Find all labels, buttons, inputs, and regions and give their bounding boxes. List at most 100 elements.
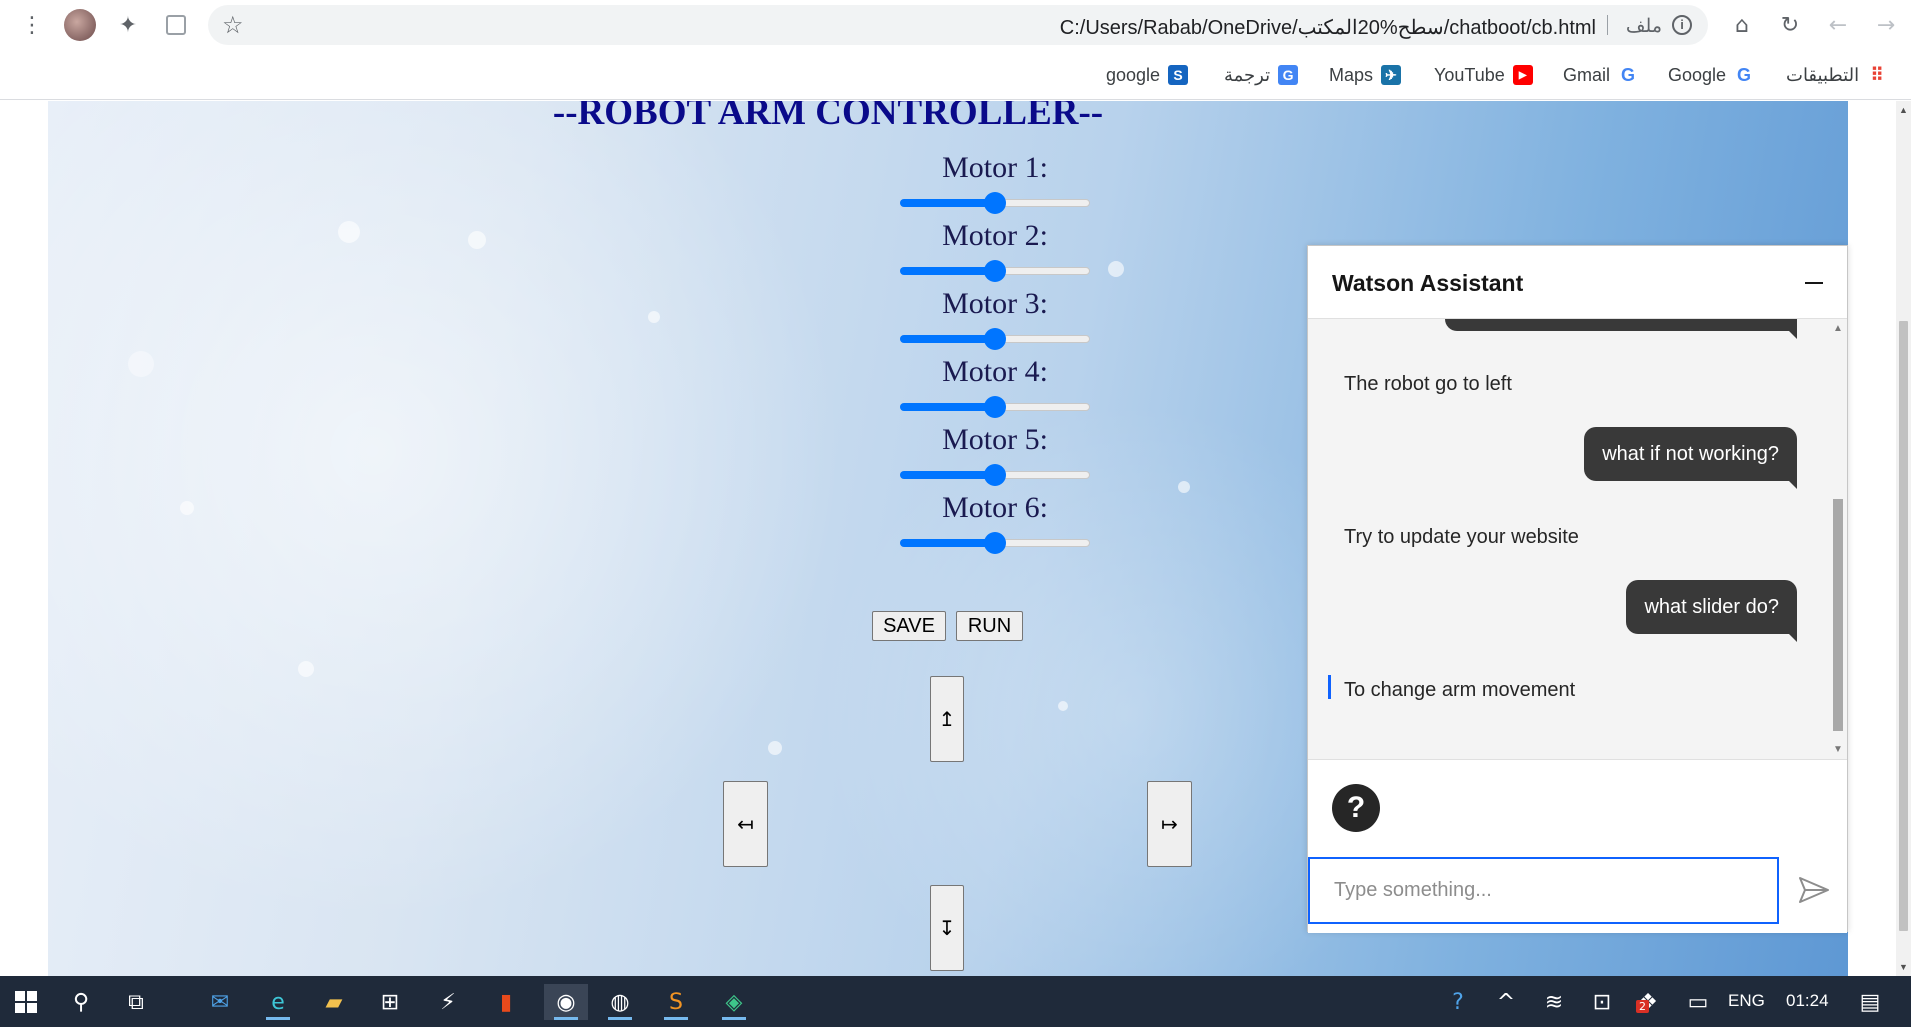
slider-thumb[interactable] bbox=[984, 260, 1006, 282]
bookmark-apps[interactable]: التطبيقات ⠿ bbox=[1786, 62, 1887, 88]
bookmark-google[interactable]: Google G bbox=[1668, 62, 1754, 88]
slider-thumb[interactable] bbox=[984, 328, 1006, 350]
translate-icon: G bbox=[1278, 65, 1299, 85]
sublime-icon[interactable]: S bbox=[658, 984, 694, 1020]
back-arrow-icon[interactable]: ← bbox=[1822, 9, 1854, 41]
motor-slider[interactable] bbox=[900, 531, 1090, 554]
watson-assistant-panel: Watson Assistant The robot go to left wh… bbox=[1307, 245, 1848, 933]
motor-slider[interactable] bbox=[900, 463, 1090, 486]
bookmark-label: google bbox=[1106, 64, 1161, 85]
url-text[interactable]: C:/Users/Rabab/OneDrive/سطح%20المكتب/cha… bbox=[1060, 15, 1596, 40]
arrow-left-button[interactable]: ↤ bbox=[723, 781, 768, 867]
start-windows-icon[interactable] bbox=[8, 984, 44, 1020]
clock[interactable]: 01:24 bbox=[1786, 991, 1829, 1011]
run-button[interactable]: RUN bbox=[956, 611, 1023, 641]
bookmark-star-icon[interactable]: ☆ bbox=[222, 11, 244, 39]
page-scrollbar[interactable]: ▲ ▼ bbox=[1896, 101, 1911, 976]
motor-slider[interactable] bbox=[900, 327, 1090, 350]
edge-icon[interactable]: e bbox=[260, 984, 296, 1020]
bot-message: Try to update your website bbox=[1344, 526, 1579, 548]
url-separator bbox=[1607, 15, 1608, 35]
bookmark-translate[interactable]: ترجمة G bbox=[1224, 62, 1299, 88]
help-icon[interactable]: ? bbox=[1332, 784, 1380, 832]
profile-avatar[interactable] bbox=[64, 9, 96, 41]
home-icon[interactable]: ⌂ bbox=[1726, 9, 1758, 41]
file-explorer-icon[interactable]: ▰ bbox=[316, 984, 352, 1020]
arrow-right-button[interactable]: ↦ bbox=[1147, 781, 1192, 867]
extensions-puzzle-icon[interactable]: ✦ bbox=[112, 9, 144, 41]
slider-fill bbox=[900, 267, 995, 275]
slider-thumb[interactable] bbox=[984, 396, 1006, 418]
minimize-icon[interactable] bbox=[1805, 282, 1823, 284]
tray-chevron-icon[interactable]: ^ bbox=[1488, 984, 1524, 1020]
motor-control: Motor 6: bbox=[900, 491, 1090, 554]
notifications-icon[interactable]: ▤ bbox=[1852, 984, 1888, 1020]
forward-arrow-icon[interactable]: → bbox=[1870, 9, 1902, 41]
message-input[interactable] bbox=[1308, 857, 1779, 924]
bookmark-youtube[interactable]: YouTube ▶ bbox=[1434, 62, 1533, 88]
address-bar[interactable]: ☆ C:/Users/Rabab/OneDrive/سطح%20المكتب/c… bbox=[208, 5, 1708, 45]
chrome-icon[interactable]: ◉ bbox=[544, 984, 588, 1020]
bookmark-google-s[interactable]: google S bbox=[1106, 62, 1189, 88]
scroll-up-icon[interactable]: ▲ bbox=[1899, 105, 1908, 115]
assistant-input-area: ? bbox=[1308, 759, 1847, 933]
language-indicator[interactable]: ENG bbox=[1728, 991, 1765, 1011]
bookmark-maps[interactable]: Maps ✈ bbox=[1329, 62, 1402, 88]
dropbox-icon[interactable]: ❖ 2 bbox=[1630, 984, 1666, 1020]
slider-fill bbox=[900, 403, 995, 411]
app-circle-icon[interactable]: ◍ bbox=[602, 984, 638, 1020]
search-icon[interactable]: ⚲ bbox=[63, 984, 99, 1020]
google-icon: G bbox=[1621, 64, 1636, 85]
arrow-up-button[interactable]: ↥ bbox=[930, 676, 964, 762]
info-icon[interactable]: i bbox=[1672, 15, 1692, 35]
app-green-icon[interactable]: ◈ bbox=[716, 984, 752, 1020]
battery-icon[interactable]: ▭ bbox=[1680, 984, 1716, 1020]
save-button[interactable]: SAVE bbox=[872, 611, 946, 641]
assistant-scrollbar[interactable]: ▲ ▼ bbox=[1829, 319, 1847, 759]
bookmark-label: YouTube bbox=[1434, 64, 1505, 85]
motor-control: Motor 4: bbox=[900, 355, 1090, 418]
motor-slider[interactable] bbox=[900, 259, 1090, 282]
mail-icon[interactable]: ✉ bbox=[202, 984, 238, 1020]
slider-fill bbox=[900, 199, 995, 207]
slider-fill bbox=[900, 335, 995, 343]
wifi-icon[interactable]: ≋ bbox=[1536, 984, 1572, 1020]
scroll-down-icon[interactable]: ▼ bbox=[1833, 744, 1843, 755]
bookmark-label: Maps bbox=[1329, 64, 1374, 85]
assistant-scrollbar-thumb[interactable] bbox=[1833, 499, 1843, 731]
assistant-title: Watson Assistant bbox=[1332, 270, 1524, 296]
bookmark-gmail[interactable]: Gmail G bbox=[1563, 62, 1638, 88]
motor-control: Motor 3: bbox=[900, 287, 1090, 350]
slider-thumb[interactable] bbox=[984, 464, 1006, 486]
task-view-icon[interactable]: ⧉ bbox=[118, 984, 154, 1020]
motor-control: Motor 2: bbox=[900, 219, 1090, 282]
page-scrollbar-thumb[interactable] bbox=[1899, 321, 1908, 931]
user-message: what slider do? bbox=[1626, 580, 1797, 642]
arrow-down-button[interactable]: ↧ bbox=[930, 885, 964, 971]
youtube-icon: ▶ bbox=[1512, 65, 1533, 85]
motor-label: Motor 4: bbox=[942, 355, 1048, 388]
office-icon[interactable]: ▮ bbox=[488, 984, 524, 1020]
menu-dots-icon[interactable]: ⋮ bbox=[16, 9, 48, 41]
motor-label: Motor 1: bbox=[942, 151, 1048, 184]
slider-thumb[interactable] bbox=[984, 532, 1006, 554]
motor-label: Motor 5: bbox=[942, 423, 1048, 456]
google-icon: G bbox=[1737, 64, 1752, 85]
bot-message: The robot go to left bbox=[1344, 373, 1512, 395]
scroll-down-icon[interactable]: ▼ bbox=[1899, 962, 1908, 972]
help-tray-icon[interactable]: ? bbox=[1440, 984, 1476, 1020]
slider-thumb[interactable] bbox=[984, 192, 1006, 214]
extension-box-icon[interactable] bbox=[160, 9, 192, 41]
motor-slider[interactable] bbox=[900, 395, 1090, 418]
dart-app-icon[interactable]: ⚡ bbox=[430, 984, 466, 1020]
slider-fill bbox=[900, 539, 995, 547]
motor-control: Motor 5: bbox=[900, 423, 1090, 486]
meet-now-icon[interactable]: ⊡ bbox=[1584, 984, 1620, 1020]
reload-icon[interactable]: ↻ bbox=[1774, 9, 1806, 41]
scroll-up-icon[interactable]: ▲ bbox=[1833, 323, 1843, 334]
store-icon[interactable]: ⊞ bbox=[372, 984, 408, 1020]
send-icon[interactable] bbox=[1794, 872, 1834, 908]
slider-fill bbox=[900, 471, 995, 479]
apps-grid-icon: ⠿ bbox=[1870, 64, 1884, 85]
motor-slider[interactable] bbox=[900, 191, 1090, 214]
